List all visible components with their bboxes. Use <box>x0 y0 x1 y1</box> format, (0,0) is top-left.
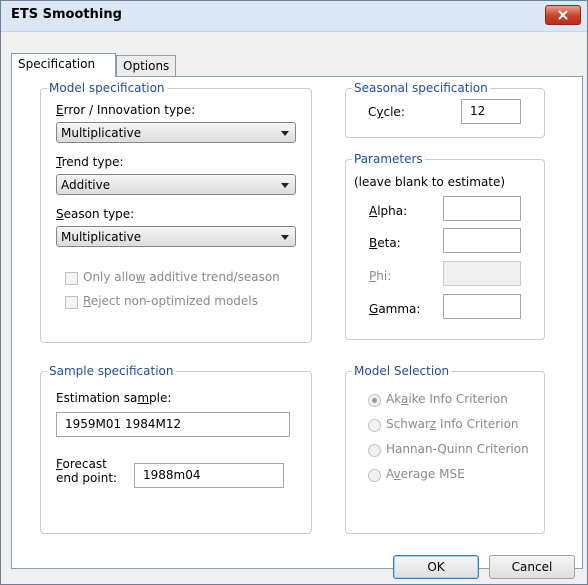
tab-specification-label: Specification <box>18 57 96 71</box>
schwarz-label: Schwarz Info Criterion <box>386 417 519 431</box>
additive-only-checkbox[interactable] <box>65 272 78 285</box>
alpha-input[interactable] <box>443 196 521 221</box>
chevron-down-icon <box>281 131 289 136</box>
forecast-end-point-input[interactable]: 1988m04 <box>134 463 284 488</box>
parameters-legend: Parameters <box>354 152 423 166</box>
estimation-sample-label: Estimation sample: <box>56 391 172 405</box>
gamma-input[interactable] <box>443 294 521 319</box>
error-type-select[interactable]: Multiplicative <box>56 122 296 143</box>
average-mse-label: Average MSE <box>386 467 465 481</box>
estimation-sample-input[interactable]: 1959M01 1984M12 <box>56 412 290 437</box>
error-type-value: Multiplicative <box>61 126 142 140</box>
parameters-hint: (leave blank to estimate) <box>354 175 506 189</box>
window-title: ETS Smoothing <box>11 7 122 22</box>
title-bar: ETS Smoothing <box>1 1 587 32</box>
cancel-button[interactable]: Cancel <box>489 555 575 579</box>
akaike-radio[interactable] <box>368 394 381 407</box>
model-specification-legend: Model specification <box>49 81 165 95</box>
cycle-label: Cycle: <box>368 105 405 119</box>
additive-only-label: Only allow additive trend/season <box>83 270 280 284</box>
hannan-quinn-label: Hannan-Quinn Criterion <box>386 442 529 456</box>
model-selection-legend: Model Selection <box>354 364 450 378</box>
cycle-input[interactable]: 12 <box>461 99 521 124</box>
hannan-quinn-radio[interactable] <box>368 444 381 457</box>
forecast-end-point-label: Forecast end point: <box>56 457 118 485</box>
sample-specification-legend: Sample specification <box>49 364 174 378</box>
seasonal-specification-legend: Seasonal specification <box>354 81 488 95</box>
specification-panel: Model specification Error / Innovation t… <box>11 76 583 569</box>
schwarz-radio[interactable] <box>368 419 381 432</box>
tab-options[interactable]: Options <box>116 55 176 77</box>
chevron-down-icon <box>281 183 289 188</box>
beta-input[interactable] <box>443 228 521 253</box>
average-mse-radio[interactable] <box>368 469 381 482</box>
close-icon <box>558 10 568 20</box>
akaike-label: Akaike Info Criterion <box>386 392 508 406</box>
phi-input <box>443 261 521 286</box>
season-type-label: Season type: <box>56 207 135 221</box>
gamma-label: Gamma: <box>369 302 421 316</box>
tab-options-label: Options <box>123 59 170 73</box>
reject-non-optimized-label: Reject non-optimized models <box>83 294 258 308</box>
close-button[interactable] <box>545 5 581 25</box>
ets-smoothing-dialog: ETS Smoothing Specification Options Mode… <box>0 0 588 585</box>
error-type-label: Error / Innovation type: <box>56 103 196 117</box>
trend-type-value: Additive <box>61 178 111 192</box>
chevron-down-icon <box>281 235 289 240</box>
alpha-label: Alpha: <box>369 204 408 218</box>
ok-button[interactable]: OK <box>393 555 479 579</box>
trend-type-select[interactable]: Additive <box>56 174 296 195</box>
phi-label: Phi: <box>369 269 392 283</box>
beta-label: Beta: <box>369 236 401 250</box>
trend-type-label: Trend type: <box>56 155 124 169</box>
dialog-client-area: Specification Options Model specificatio… <box>7 32 583 579</box>
season-type-select[interactable]: Multiplicative <box>56 226 296 247</box>
reject-non-optimized-checkbox[interactable] <box>65 296 78 309</box>
tab-specification[interactable]: Specification <box>11 53 116 77</box>
sample-specification-group: Sample specification <box>40 364 312 534</box>
season-type-value: Multiplicative <box>61 230 142 244</box>
